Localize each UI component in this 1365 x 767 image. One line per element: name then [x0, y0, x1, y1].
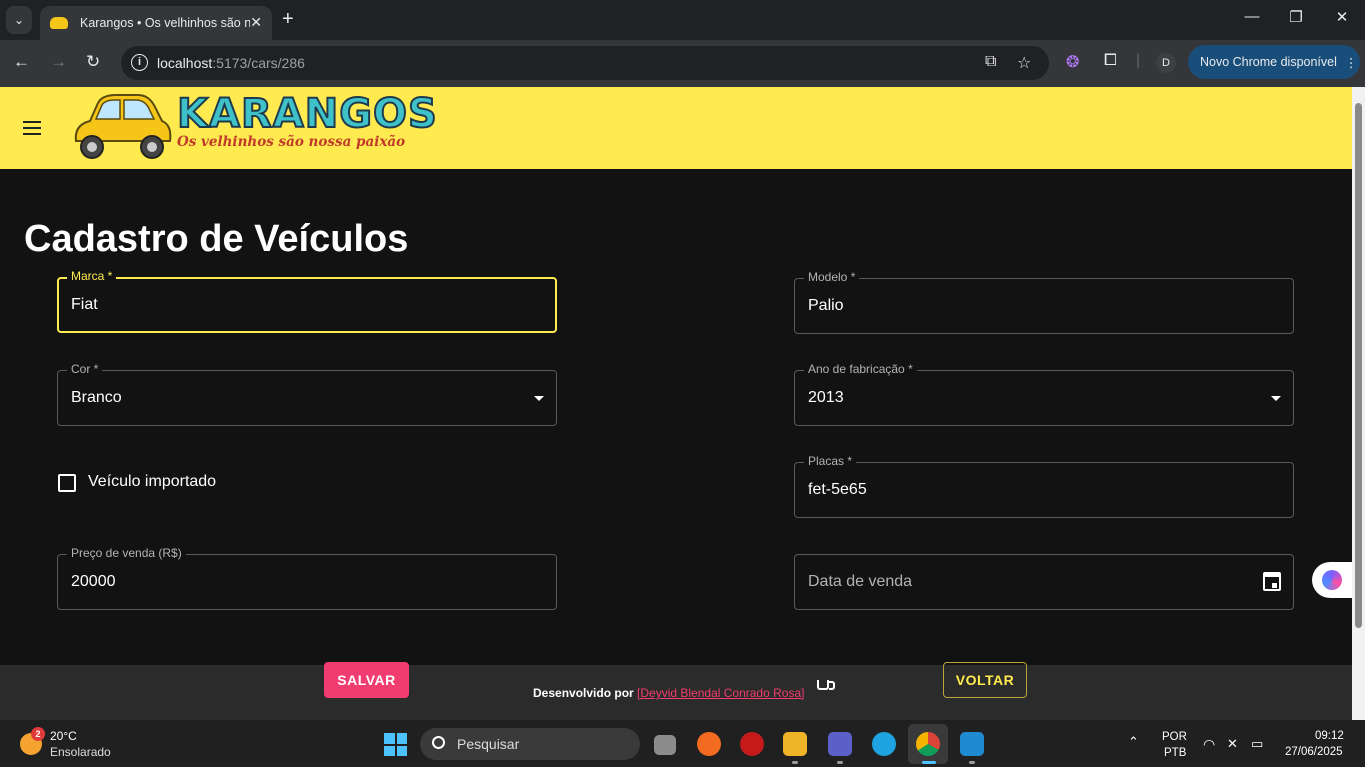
preco-field[interactable]: Preço de venda (R$) 20000	[57, 546, 557, 610]
file-explorer-icon[interactable]	[783, 732, 807, 756]
cor-label: Cor *	[67, 362, 103, 376]
reload-icon[interactable]: ↻	[86, 52, 100, 72]
preco-label: Preço de venda (R$)	[67, 546, 186, 560]
clock-date[interactable]: 27/06/2025	[1285, 746, 1343, 758]
taskbar-indicator-active	[922, 761, 936, 764]
taskbar-indicator	[792, 761, 798, 764]
taskbar-search[interactable]: Pesquisar	[420, 728, 640, 760]
placas-field[interactable]: Placas * fet-5e65	[794, 454, 1294, 518]
crunchyroll-icon[interactable]	[697, 732, 721, 756]
profile-avatar[interactable]: D	[1156, 53, 1176, 73]
cor-value: Branco	[71, 389, 122, 406]
game-app-icon[interactable]	[740, 732, 764, 756]
taskbar-search-placeholder: Pesquisar	[457, 736, 520, 752]
ano-select[interactable]: Ano de fabricação * 2013	[794, 362, 1294, 426]
close-window-icon[interactable]: ✕	[1330, 8, 1354, 26]
logo-title: KARANGOS	[176, 90, 438, 138]
placas-label: Placas *	[804, 454, 857, 468]
battery-icon[interactable]: ▭	[1251, 736, 1263, 752]
marca-field[interactable]: Marca * Fiat	[57, 269, 557, 333]
site-info-icon[interactable]: i	[131, 54, 148, 71]
app-header: KARANGOS Os velhinhos são nossa paixão	[0, 87, 1352, 169]
teams-icon[interactable]	[828, 732, 852, 756]
back-button[interactable]: VOLTAR	[943, 662, 1027, 698]
data-venda-field[interactable]: Data de venda	[794, 554, 1294, 610]
search-icon	[432, 736, 445, 749]
toolbar-divider: |	[1136, 52, 1141, 69]
clock-time[interactable]: 09:12	[1315, 730, 1344, 742]
wifi-icon[interactable]: ◠	[1203, 736, 1215, 753]
forward-icon[interactable]: →	[50, 52, 67, 72]
save-button[interactable]: SALVAR	[324, 662, 409, 698]
importado-label[interactable]: Veículo importado	[88, 473, 216, 491]
chrome-update-button[interactable]: Novo Chrome disponível ⋮	[1188, 45, 1360, 79]
weather-temperature[interactable]: 20°C	[50, 729, 77, 743]
ano-value: 2013	[808, 389, 844, 406]
calendar-icon[interactable]	[1263, 572, 1281, 591]
modelo-label: Modelo *	[804, 270, 860, 284]
placas-value: fet-5e65	[808, 481, 867, 498]
windows-start-icon[interactable]	[384, 733, 407, 756]
task-view-icon[interactable]	[654, 735, 676, 755]
page-title: Cadastro de Veículos	[24, 218, 409, 260]
tray-chevron-icon[interactable]: ⌃	[1128, 734, 1139, 750]
modelo-value: Palio	[808, 297, 844, 314]
back-icon[interactable]: ←	[13, 52, 30, 72]
vscode-icon[interactable]	[960, 732, 984, 756]
tab-title: Karangos • Os velhinhos são nossa paixão	[80, 16, 250, 30]
volume-muted-icon[interactable]: ✕	[1227, 736, 1238, 752]
data-venda-placeholder: Data de venda	[808, 573, 913, 590]
modelo-field[interactable]: Modelo * Palio	[794, 270, 1294, 334]
taskbar-indicator	[837, 761, 843, 764]
cor-select[interactable]: Cor * Branco	[57, 362, 557, 426]
lang-top[interactable]: POR	[1162, 731, 1187, 743]
taskbar-indicator	[969, 761, 975, 764]
weather-condition[interactable]: Ensolarado	[50, 745, 111, 759]
extensions-puzzle-icon[interactable]: ⧠	[1104, 52, 1117, 70]
tab-search-chevron-icon[interactable]: ⌄	[6, 6, 32, 34]
marca-value: Fiat	[71, 296, 98, 313]
dropdown-arrow-icon[interactable]	[534, 396, 544, 401]
url-text: localhost:5173/cars/286	[157, 55, 305, 71]
coffee-cup-icon	[817, 680, 835, 690]
brain-icon	[1322, 570, 1342, 590]
marca-label: Marca *	[67, 269, 117, 283]
browser-toolbar: ← → ↻ i localhost:5173/cars/286 ⧉ ☆ ❂ ⧠ …	[0, 40, 1365, 87]
windows-taskbar	[0, 720, 1365, 767]
footer-credit: Desenvolvido por [Deyvid Blendal Conrado…	[533, 686, 805, 700]
restore-icon[interactable]: ❐	[1284, 8, 1308, 26]
weather-badge: 2	[31, 727, 45, 741]
translate-icon[interactable]: ⧉	[985, 53, 996, 71]
address-bar[interactable]: i localhost:5173/cars/286 ⧉ ☆	[121, 46, 1049, 80]
menu-icon[interactable]	[23, 121, 41, 139]
chrome-icon[interactable]	[916, 732, 940, 756]
lang-bottom[interactable]: PTB	[1164, 747, 1186, 759]
preco-value: 20000	[71, 573, 116, 590]
new-tab-icon[interactable]: +	[282, 8, 294, 31]
browser-tab[interactable]: Karangos • Os velhinhos são nossa paixão…	[40, 6, 272, 40]
car-logo-icon	[74, 94, 172, 159]
scrollbar-thumb[interactable]	[1355, 103, 1362, 628]
car-favicon-icon	[50, 17, 68, 29]
author-link[interactable]: [Deyvid Blendal Conrado Rosa]	[637, 686, 804, 700]
ano-label: Ano de fabricação *	[804, 362, 917, 376]
browser-tabstrip: ⌄ Karangos • Os velhinhos são nossa paix…	[0, 0, 1365, 40]
edge-icon[interactable]	[872, 732, 896, 756]
dropdown-arrow-icon[interactable]	[1271, 396, 1281, 401]
page-scrollbar[interactable]	[1352, 87, 1365, 720]
logo-subtitle: Os velhinhos são nossa paixão	[177, 134, 406, 150]
importado-checkbox[interactable]	[58, 474, 76, 492]
minimize-icon[interactable]: —	[1240, 8, 1264, 25]
bookmark-star-icon[interactable]: ☆	[1017, 53, 1031, 73]
extension-brain-icon[interactable]: ❂	[1066, 52, 1079, 72]
side-extension-button[interactable]	[1312, 562, 1352, 598]
tab-close-icon[interactable]: ✕	[250, 14, 262, 31]
